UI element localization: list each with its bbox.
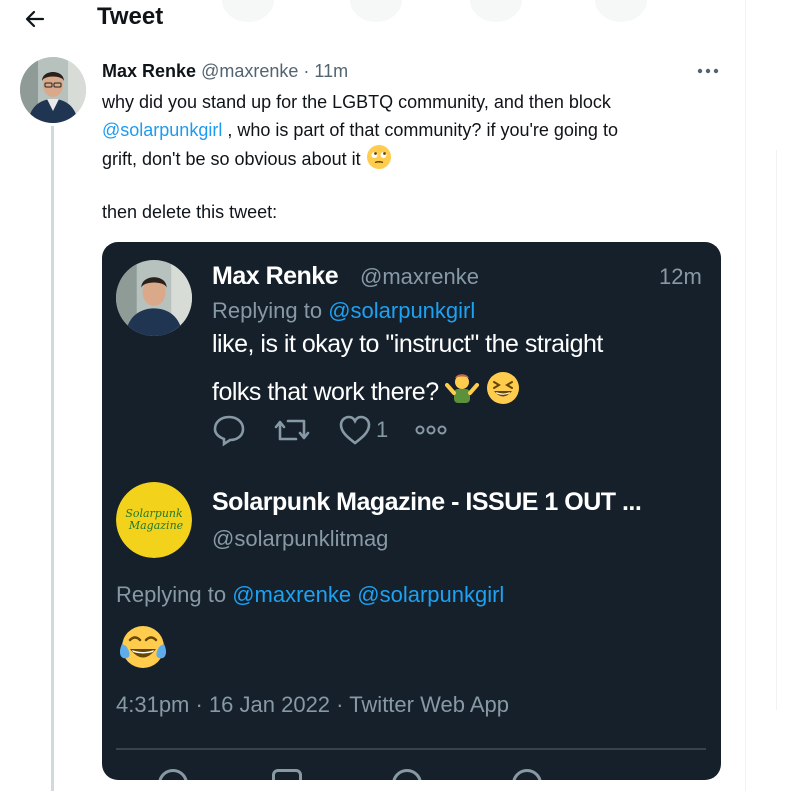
tweet-text-line: why did you stand up for the LGBTQ commu… bbox=[102, 92, 611, 112]
face-with-rolling-eyes-emoji bbox=[366, 144, 392, 179]
face-with-tears-of-joy-emoji bbox=[118, 624, 168, 675]
more-horizontal-icon bbox=[415, 425, 447, 435]
screenshot-reply-text-span: folks that work there? bbox=[212, 378, 439, 406]
screenshot-reply-author-name: Max Renke bbox=[212, 262, 339, 290]
screenshot-action-bar: 1 bbox=[212, 412, 474, 448]
page-header: Tweet bbox=[0, 0, 745, 38]
screenshot-replying-to: Replying to @solarpunkgirl bbox=[212, 298, 475, 324]
tweet-header: Max Renke @maxrenke · 11m bbox=[102, 60, 348, 82]
author-name[interactable]: Max Renke bbox=[102, 61, 196, 81]
tweet-text-paragraph: then delete this tweet: bbox=[102, 202, 278, 222]
tab-placeholder bbox=[350, 0, 402, 22]
replying-prefix: Replying to bbox=[212, 298, 329, 323]
embedded-screenshot[interactable]: Max Renke @maxrenke 12m Replying to @sol… bbox=[102, 242, 721, 780]
thread-line bbox=[51, 126, 54, 791]
replying-prefix: Replying to bbox=[116, 582, 233, 607]
tweet-text-span: grift, don't be so obvious about it bbox=[102, 149, 361, 169]
screenshot-main-timestamp: 4:31pm · 16 Jan 2022 · Twitter Web App bbox=[116, 692, 509, 717]
sidebar-faint-line bbox=[776, 150, 786, 710]
tweet-time[interactable]: 11m bbox=[314, 61, 348, 81]
tweet-text-line: grift, don't be so obvious about it bbox=[102, 144, 727, 179]
screenshot-bottom-icon-cutoff bbox=[392, 769, 422, 780]
screenshot-reply-text-line: like, is it okay to "instruct" the strai… bbox=[212, 330, 603, 358]
arrow-left-icon bbox=[25, 10, 45, 28]
screenshot-like-count: 1 bbox=[376, 417, 389, 442]
solarpunk-logo: Solarpunk Magazine bbox=[116, 482, 192, 558]
screenshot-bottom-icon-cutoff bbox=[158, 769, 188, 780]
screenshot-main-author-handle: @solarpunklitmag bbox=[212, 526, 389, 551]
more-button[interactable] bbox=[690, 60, 726, 82]
screenshot-reply-action bbox=[212, 413, 246, 447]
screenshot-reply-avatar bbox=[116, 260, 192, 336]
tweet-text-span: , who is part of that community? if you'… bbox=[222, 119, 618, 140]
tab-placeholder bbox=[595, 0, 647, 22]
person-shrugging-emoji bbox=[445, 371, 480, 412]
screenshot-like-action: 1 bbox=[338, 414, 388, 446]
screenshot-reply-author-handle: @maxrenke bbox=[360, 264, 479, 289]
tab-placeholder bbox=[222, 0, 274, 22]
screenshot-retweet-action bbox=[272, 413, 312, 447]
tweet-text: why did you stand up for the LGBTQ commu… bbox=[102, 89, 727, 179]
replying-mention: @solarpunkgirl bbox=[328, 298, 476, 323]
screenshot-main-author-name: Solarpunk Magazine - ISSUE 1 OUT ... bbox=[212, 488, 642, 516]
replying-mention: @solarpunkgirl bbox=[357, 582, 505, 607]
screenshot-bottom-icon-cutoff bbox=[272, 769, 302, 780]
tweet-text-line: @solarpunkgirl , who is part of that com… bbox=[102, 117, 727, 145]
screenshot-bottom-icon-cutoff bbox=[512, 769, 542, 780]
author-handle[interactable]: @maxrenke bbox=[201, 61, 298, 81]
retweet-icon bbox=[274, 419, 310, 441]
tab-placeholder bbox=[470, 0, 522, 22]
mention-link[interactable]: @solarpunkgirl bbox=[102, 120, 222, 140]
separator-dot: · bbox=[303, 61, 310, 81]
screenshot-reply-text-line: folks that work there? bbox=[212, 371, 520, 412]
page-title: Tweet bbox=[97, 3, 164, 30]
screenshot-divider bbox=[116, 748, 706, 750]
more-horizontal-icon bbox=[697, 68, 719, 74]
screenshot-more-action bbox=[414, 424, 448, 436]
screenshot-reply-time: 12m bbox=[659, 264, 702, 289]
replying-mention: @maxrenke bbox=[232, 582, 352, 607]
screenshot-main-replying-to: Replying to @maxrenke @solarpunkgirl bbox=[116, 582, 504, 608]
heart-icon bbox=[339, 415, 371, 445]
sidebar-edge bbox=[746, 0, 786, 791]
author-avatar[interactable] bbox=[20, 57, 86, 123]
logo-text-line: Magazine bbox=[128, 519, 184, 532]
back-button[interactable] bbox=[18, 2, 52, 36]
grinning-squinting-face-emoji bbox=[486, 371, 520, 412]
reply-icon bbox=[213, 415, 245, 447]
